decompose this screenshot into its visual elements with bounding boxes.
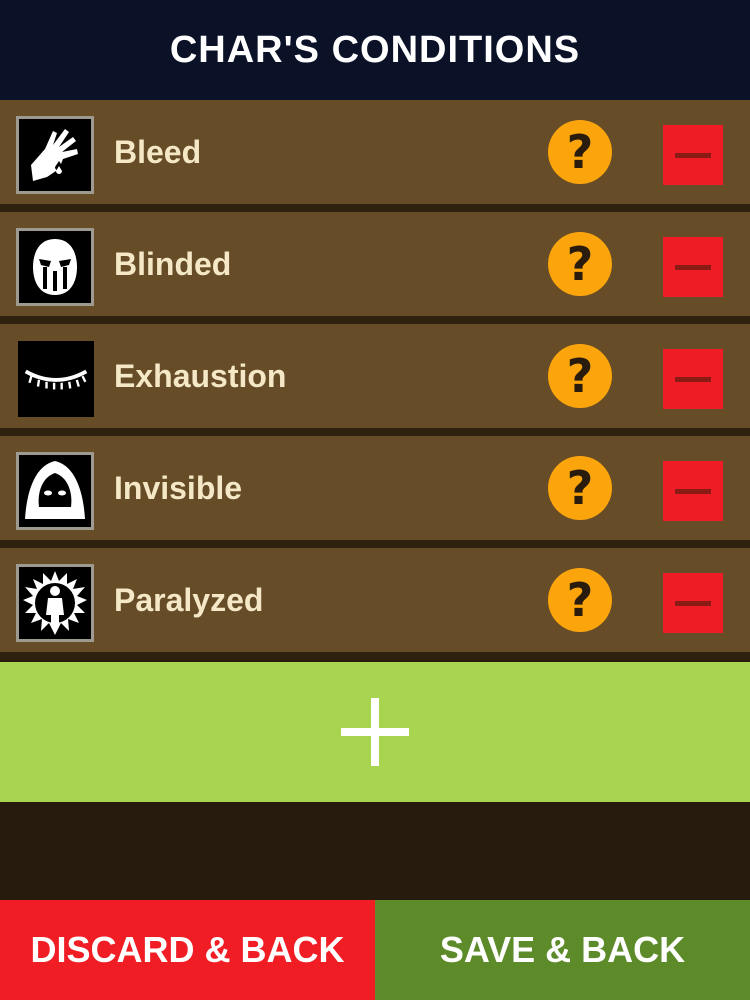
condition-row-paralyzed: Paralyzed ? bbox=[0, 548, 750, 660]
question-icon: ? bbox=[566, 461, 594, 515]
condition-label: Bleed bbox=[114, 134, 202, 170]
minus-icon bbox=[675, 152, 711, 158]
condition-row-bleed: Bleed ? bbox=[0, 100, 750, 212]
minus-icon bbox=[675, 264, 711, 270]
remove-condition-button[interactable] bbox=[663, 125, 723, 185]
page-title: CHAR'S CONDITIONS bbox=[169, 28, 581, 71]
plus-icon bbox=[341, 698, 409, 766]
condition-row-invisible: Invisible ? bbox=[0, 436, 750, 548]
blinded-mask-icon bbox=[19, 231, 91, 303]
condition-label: Blinded bbox=[114, 246, 232, 282]
remove-condition-button[interactable] bbox=[663, 461, 723, 521]
add-condition-button[interactable] bbox=[0, 662, 750, 802]
save-and-back-button[interactable]: SAVE & BACK bbox=[375, 900, 750, 1000]
remove-condition-button[interactable] bbox=[663, 237, 723, 297]
help-button[interactable]: ? bbox=[548, 120, 612, 184]
bleed-hand-icon bbox=[19, 119, 91, 191]
closed-eye-icon bbox=[18, 341, 94, 417]
remove-condition-button[interactable] bbox=[663, 573, 723, 633]
condition-label: Exhaustion bbox=[114, 358, 287, 394]
question-icon: ? bbox=[566, 237, 594, 291]
question-icon: ? bbox=[566, 125, 594, 179]
question-icon: ? bbox=[566, 349, 594, 403]
condition-label: Invisible bbox=[114, 470, 243, 506]
discard-and-back-button[interactable]: DISCARD & BACK bbox=[0, 900, 375, 1000]
minus-icon bbox=[675, 376, 711, 382]
remove-condition-button[interactable] bbox=[663, 349, 723, 409]
help-button[interactable]: ? bbox=[548, 568, 612, 632]
header-bar: CHAR'S CONDITIONS bbox=[0, 0, 750, 100]
burst-figure-icon bbox=[19, 567, 91, 639]
condition-label: Paralyzed bbox=[114, 582, 264, 618]
hooded-figure-icon bbox=[19, 455, 91, 527]
footer-bar: DISCARD & BACK SAVE & BACK bbox=[0, 900, 750, 1000]
condition-row-blinded: Blinded ? bbox=[0, 212, 750, 324]
help-button[interactable]: ? bbox=[548, 456, 612, 520]
minus-icon bbox=[675, 488, 711, 494]
minus-icon bbox=[675, 600, 711, 606]
question-icon: ? bbox=[566, 573, 594, 627]
conditions-list: Bleed ? Blinded ? Exhaustion ? Invisible… bbox=[0, 100, 750, 660]
condition-row-exhaustion: Exhaustion ? bbox=[0, 324, 750, 436]
help-button[interactable]: ? bbox=[548, 344, 612, 408]
help-button[interactable]: ? bbox=[548, 232, 612, 296]
